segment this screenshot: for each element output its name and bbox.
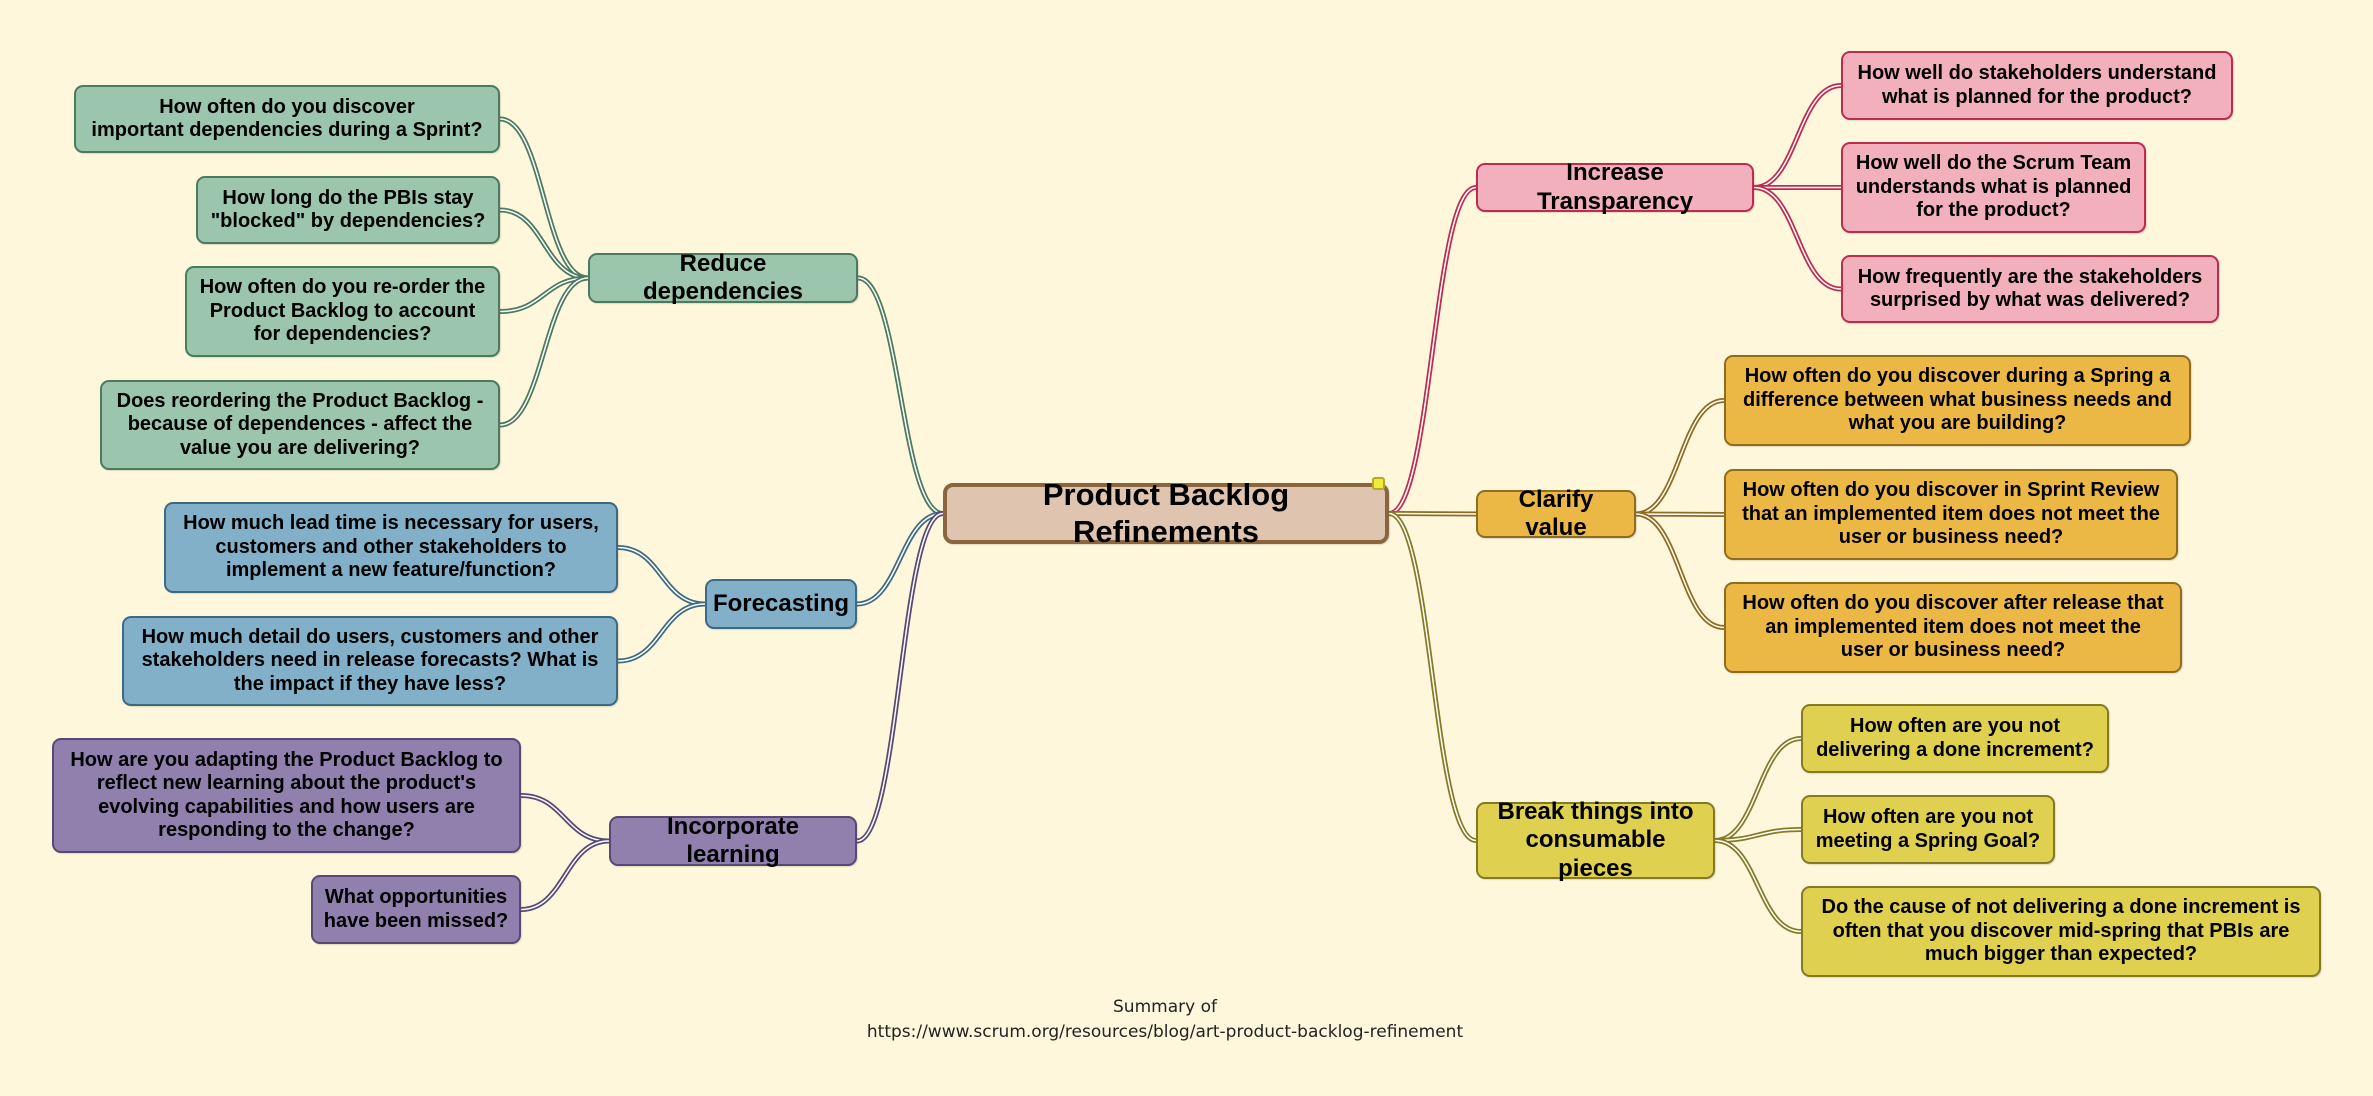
connector-line-inner [520, 840, 610, 911]
branch-clarify-value[interactable]: Clarify value [1476, 486, 1636, 541]
branch-reduce-dependencies[interactable]: Reduce dependencies [588, 250, 858, 305]
connector-line-inner [857, 277, 944, 515]
connector-line-inner [520, 794, 610, 842]
note-marker-icon [1372, 477, 1385, 490]
leaf-node[interactable]: How much detail do users, customers and … [122, 616, 618, 706]
connector-line-inner [1388, 512, 1477, 515]
leaf-node[interactable]: Does reordering the Product Backlog - be… [100, 380, 500, 470]
leaf-node[interactable]: How often do you discover important depe… [74, 85, 500, 153]
connector-line-inner [1635, 513, 1725, 629]
branch-increase-transparency[interactable]: Increase Transparency [1476, 159, 1754, 215]
caption: Summary of https://www.scrum.org/resourc… [0, 995, 2330, 1045]
caption-line1: Summary of [1113, 997, 1217, 1017]
connector-line-inner [1753, 84, 1842, 189]
caption-url[interactable]: https://www.scrum.org/resources/blog/art… [0, 1020, 2330, 1045]
leaf-node[interactable]: How often are you not delivering a done … [1801, 704, 2109, 773]
connector-line-inner [617, 603, 706, 662]
leaf-node[interactable]: How well do stakeholders understand what… [1841, 51, 2233, 120]
connector-line-inner [1753, 186, 1842, 290]
root-node[interactable]: Product Backlog Refinements [943, 477, 1389, 549]
leaf-node[interactable]: How well do the Scrum Team understands w… [1841, 142, 2146, 233]
leaf-node[interactable]: How often do you re-order the Product Ba… [185, 266, 500, 357]
connector-line-inner [499, 118, 589, 279]
leaf-node[interactable]: How often do you discover after release … [1724, 582, 2182, 673]
connector-line-inner [1388, 186, 1477, 515]
leaf-node[interactable]: What opportunities have been missed? [311, 875, 521, 944]
branch-incorporate-learning[interactable]: Incorporate learning [609, 813, 857, 868]
leaf-node[interactable]: Do the cause of not delivering a done in… [1801, 886, 2321, 977]
connector-line-inner [499, 209, 589, 279]
connector-line-inner [1714, 737, 1802, 842]
leaf-node[interactable]: How often do you discover in Sprint Revi… [1724, 469, 2178, 560]
connector-line-inner [1388, 512, 1477, 842]
leaf-node[interactable]: How much lead time is necessary for user… [164, 502, 618, 593]
leaf-node[interactable]: How long do the PBIs stay "blocked" by d… [196, 176, 500, 244]
leaf-node[interactable]: How frequently are the stakeholders surp… [1841, 255, 2219, 323]
leaf-node[interactable]: How often do you discover during a Sprin… [1724, 355, 2191, 446]
connector-line-inner [1714, 839, 1802, 933]
leaf-node[interactable]: How often are you not meeting a Spring G… [1801, 795, 2055, 864]
connector-line-inner [1635, 513, 1725, 516]
leaf-node[interactable]: How are you adapting the Product Backlog… [52, 738, 521, 853]
branch-forecasting[interactable]: Forecasting [705, 579, 857, 629]
branch-break-things[interactable]: Break things into consumable pieces [1476, 798, 1715, 882]
connector-line-inner [1635, 399, 1725, 515]
connector-line-inner [617, 546, 706, 605]
connector-line-inner [499, 277, 589, 426]
